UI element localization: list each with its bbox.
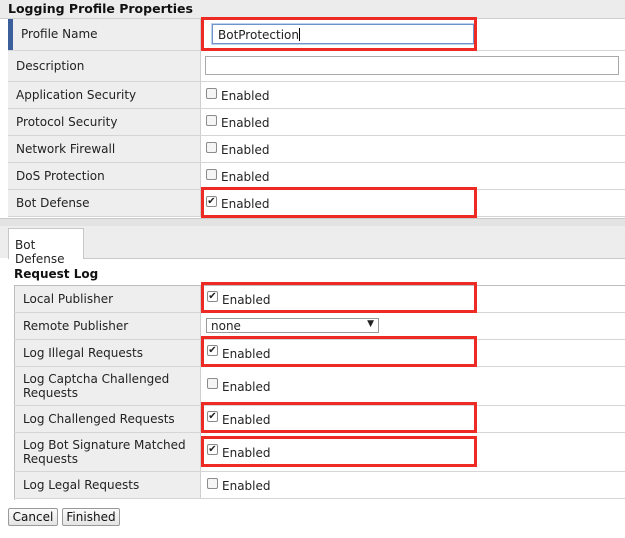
log-illegal-requests-label: Log Illegal Requests [23, 346, 143, 360]
bot-defense-label-cell: Bot Defense [8, 190, 201, 216]
application-security-label: Application Security [16, 88, 137, 102]
request-log-heading: Request Log [14, 267, 99, 281]
log-legal-requests-row: Log Legal Requests Enabled [14, 472, 625, 499]
dos-protection-label-cell: DoS Protection [8, 163, 201, 189]
remote-publisher-value-cell: none ▼ [201, 313, 625, 339]
application-security-value-cell: Enabled [201, 82, 625, 108]
tab-bot-defense-label: Bot Defense [15, 238, 65, 266]
log-challenged-requests-checkbox[interactable]: ✔ [207, 411, 218, 422]
log-legal-requests-label-cell: Log Legal Requests [15, 472, 201, 498]
dos-protection-checkbox[interactable] [206, 169, 217, 180]
local-publisher-row: Local Publisher ✔ Enabled [14, 286, 625, 313]
profile-name-input[interactable]: BotProtection [212, 24, 474, 44]
profile-name-value: BotProtection [218, 28, 299, 42]
network-firewall-row: Network Firewall Enabled [8, 136, 625, 163]
description-value-cell [201, 51, 625, 81]
tab-strip [0, 226, 625, 258]
local-publisher-label: Local Publisher [23, 292, 114, 306]
remote-publisher-selected: none [211, 319, 241, 333]
local-publisher-value-cell: ✔ Enabled [201, 286, 625, 312]
log-illegal-requests-option: Enabled [222, 347, 271, 361]
bot-defense-value-cell: ✔ Enabled [201, 190, 625, 216]
log-illegal-requests-checkbox[interactable]: ✔ [207, 345, 218, 356]
cancel-button[interactable]: Cancel [8, 508, 58, 526]
bot-defense-row: Bot Defense ✔ Enabled [8, 190, 625, 217]
profile-name-value-cell: BotProtection [201, 19, 625, 50]
tab-bot-defense[interactable]: Bot Defense [8, 228, 84, 266]
log-captcha-challenged-label-line1: Log Captcha Challenged [23, 372, 170, 386]
network-firewall-value-cell: Enabled [201, 136, 625, 162]
required-indicator [8, 19, 13, 50]
remote-publisher-select[interactable]: none ▼ [206, 318, 379, 333]
protocol-security-checkbox[interactable] [206, 115, 217, 126]
log-challenged-requests-value-cell: ✔ Enabled [201, 406, 625, 432]
dos-protection-value-cell: Enabled [201, 163, 625, 189]
network-firewall-label-cell: Network Firewall [8, 136, 201, 162]
log-captcha-challenged-checkbox[interactable] [207, 378, 218, 389]
protocol-security-label-cell: Protocol Security [8, 109, 201, 135]
network-firewall-checkbox[interactable] [206, 142, 217, 153]
bot-defense-option: Enabled [221, 197, 270, 211]
network-firewall-label: Network Firewall [16, 142, 116, 156]
log-illegal-requests-value-cell: ✔ Enabled [201, 340, 625, 366]
description-label: Description [16, 59, 85, 73]
properties-header: Logging Profile Properties [0, 0, 625, 19]
protocol-security-option: Enabled [221, 116, 270, 130]
profile-name-label: Profile Name [21, 27, 98, 41]
log-challenged-requests-label-cell: Log Challenged Requests [15, 406, 201, 432]
log-captcha-challenged-value-cell: Enabled [201, 367, 625, 405]
dropdown-arrow-icon: ▼ [367, 319, 374, 329]
log-illegal-requests-label-cell: Log Illegal Requests [15, 340, 201, 366]
local-publisher-label-cell: Local Publisher [15, 286, 201, 312]
local-publisher-option: Enabled [222, 293, 271, 307]
log-legal-requests-value-cell: Enabled [201, 472, 625, 498]
log-bot-signature-checkbox[interactable]: ✔ [207, 444, 218, 455]
log-bot-signature-option: Enabled [222, 446, 271, 460]
log-captcha-challenged-label-line2: Requests [23, 386, 78, 400]
log-illegal-requests-row: Log Illegal Requests ✔ Enabled [14, 340, 625, 367]
finished-button[interactable]: Finished [62, 508, 120, 526]
log-captcha-challenged-row: Log Captcha Challenged Requests Enabled [14, 367, 625, 406]
text-caret [299, 28, 300, 41]
bot-defense-label: Bot Defense [16, 196, 90, 210]
dos-protection-row: DoS Protection Enabled [8, 163, 625, 190]
description-input[interactable] [205, 56, 619, 75]
remote-publisher-label: Remote Publisher [23, 319, 129, 333]
log-bot-signature-row: Log Bot Signature Matched Requests ✔ Ena… [14, 433, 625, 472]
local-publisher-checkbox[interactable]: ✔ [207, 291, 218, 302]
protocol-security-row: Protocol Security Enabled [8, 109, 625, 136]
bot-defense-checkbox[interactable]: ✔ [206, 196, 217, 207]
dos-protection-option: Enabled [221, 170, 270, 184]
log-challenged-requests-row: Log Challenged Requests ✔ Enabled [14, 406, 625, 433]
log-legal-requests-option: Enabled [222, 479, 271, 493]
profile-name-row: Profile Name BotProtection [8, 19, 625, 51]
description-row: Description [8, 51, 625, 82]
network-firewall-option: Enabled [221, 143, 270, 157]
log-captcha-challenged-option: Enabled [222, 380, 271, 394]
description-label-cell: Description [8, 51, 201, 81]
log-legal-requests-label: Log Legal Requests [23, 478, 140, 492]
application-security-option: Enabled [221, 89, 270, 103]
page-title: Logging Profile Properties [8, 1, 193, 16]
log-challenged-requests-option: Enabled [222, 413, 271, 427]
protocol-security-label: Protocol Security [16, 115, 118, 129]
application-security-row: Application Security Enabled [8, 82, 625, 109]
application-security-label-cell: Application Security [8, 82, 201, 108]
remote-publisher-row: Remote Publisher none ▼ [14, 313, 625, 340]
remote-publisher-label-cell: Remote Publisher [15, 313, 201, 339]
log-legal-requests-checkbox[interactable] [207, 478, 218, 489]
protocol-security-value-cell: Enabled [201, 109, 625, 135]
profile-name-label-cell: Profile Name [8, 19, 201, 50]
application-security-checkbox[interactable] [206, 88, 217, 99]
log-bot-signature-value-cell: ✔ Enabled [201, 433, 625, 471]
dos-protection-label: DoS Protection [16, 169, 105, 183]
tab-strip-border [84, 258, 625, 259]
log-bot-signature-label-line1: Log Bot Signature Matched [23, 438, 186, 452]
log-bot-signature-label-line2: Requests [23, 452, 78, 466]
log-captcha-challenged-label-cell: Log Captcha Challenged Requests [15, 367, 201, 405]
log-challenged-requests-label: Log Challenged Requests [23, 412, 175, 426]
log-bot-signature-label-cell: Log Bot Signature Matched Requests [15, 433, 201, 471]
